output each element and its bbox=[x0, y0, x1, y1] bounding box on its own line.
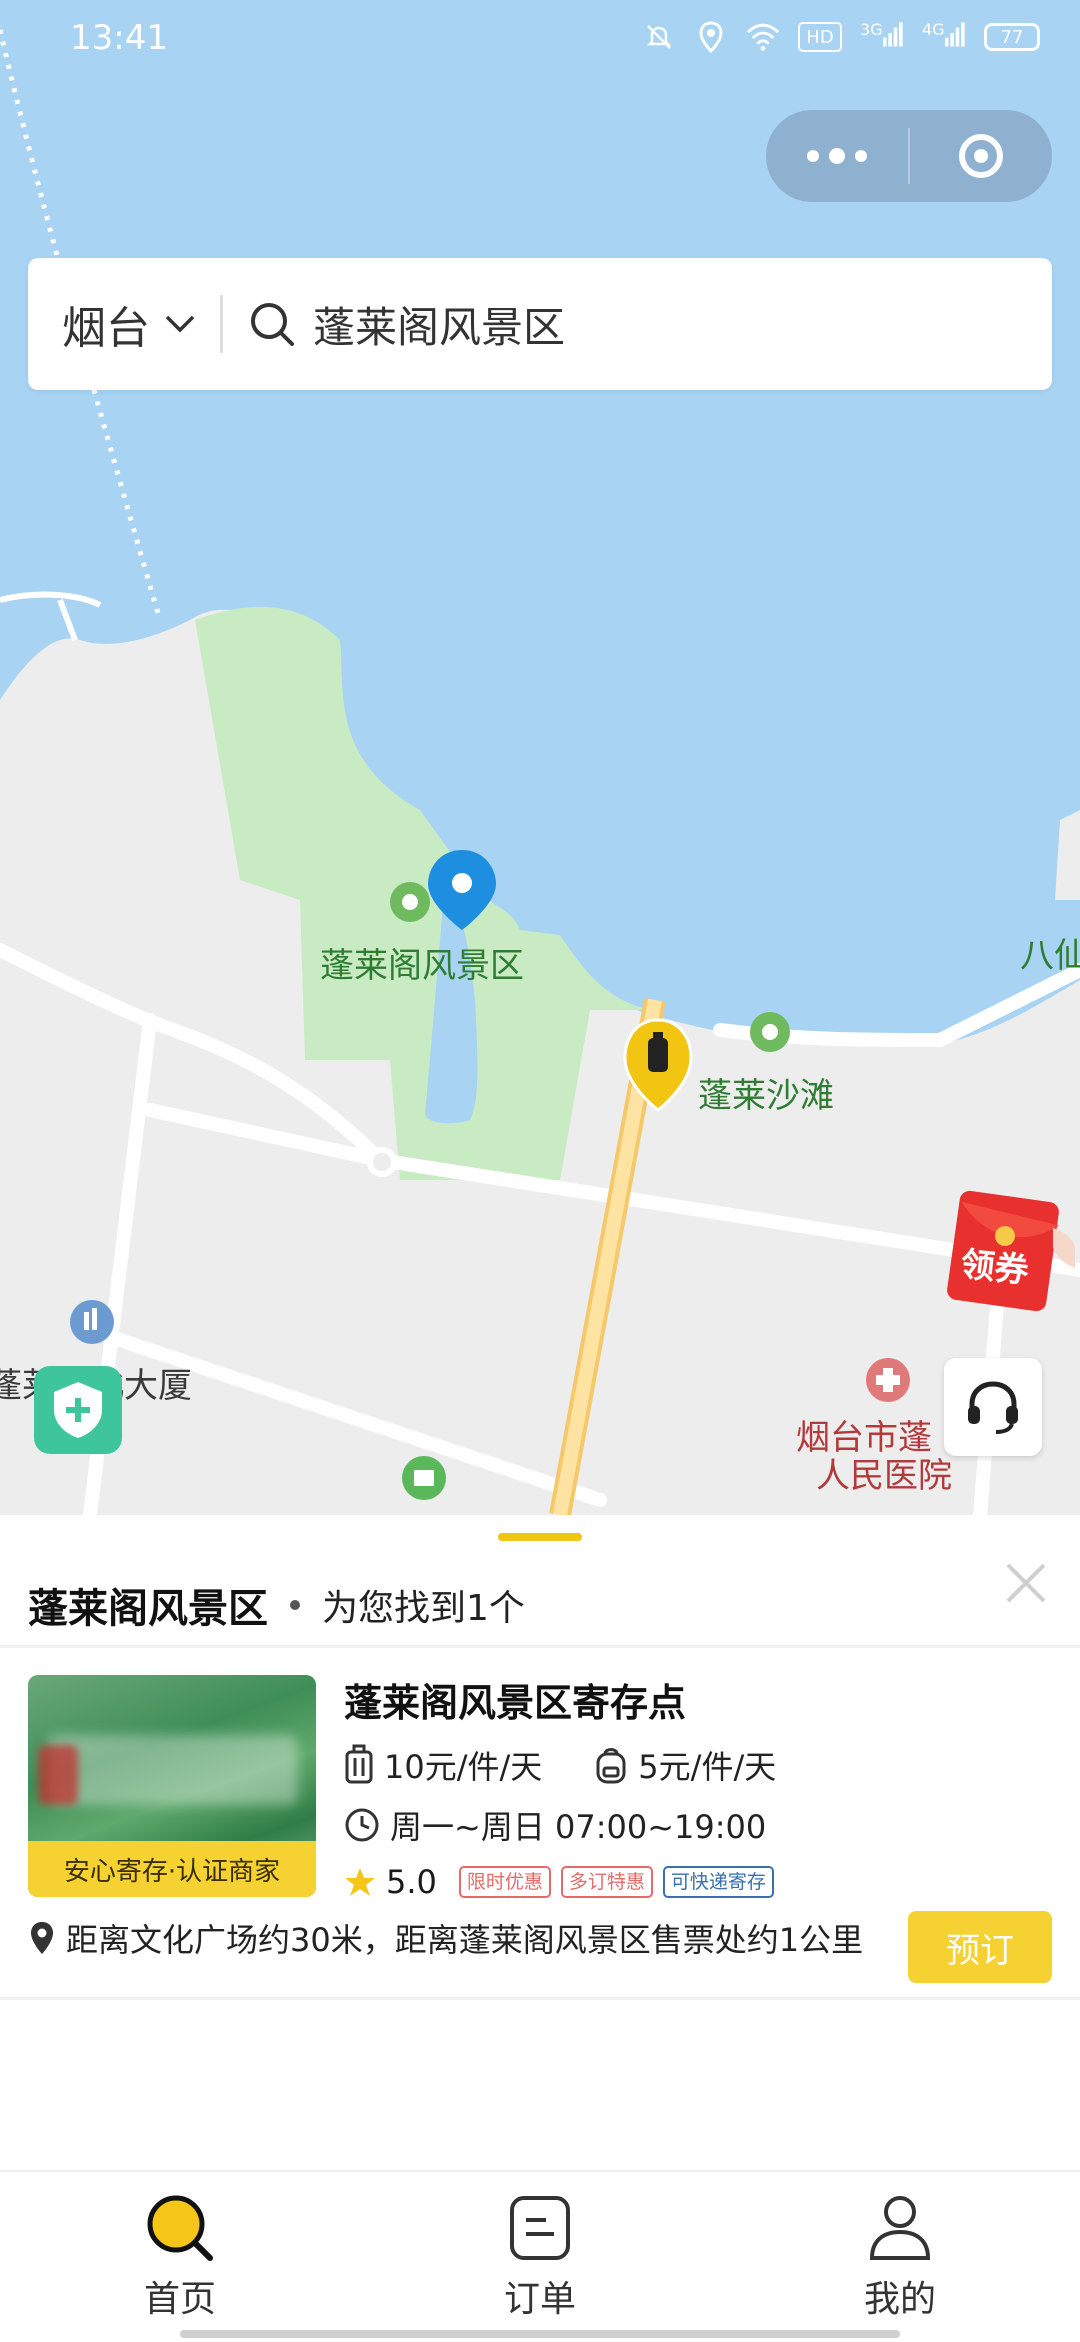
tab-home[interactable]: 首页 bbox=[80, 2192, 280, 2322]
headset-icon bbox=[968, 1381, 1018, 1434]
results-count: 为您找到1个 bbox=[322, 1588, 525, 1629]
tab-home-label: 首页 bbox=[143, 2279, 216, 2320]
map-label-beach[interactable]: 蓬莱沙滩 bbox=[698, 1068, 834, 1117]
hd-icon: HD bbox=[798, 22, 842, 52]
clock-icon bbox=[345, 1808, 379, 1842]
more-dot-icon bbox=[807, 150, 819, 162]
storage-point-name: 蓬莱阁风景区寄存点 bbox=[344, 1681, 687, 1725]
opening-hours: 周一~周日 07:00~19:00 bbox=[390, 1808, 767, 1846]
tab-bar: 首页 订单 我的 bbox=[0, 2170, 1080, 2342]
close-icon[interactable] bbox=[1002, 1559, 1050, 1607]
map-canvas bbox=[0, 0, 1080, 1515]
mute-bell-icon bbox=[642, 20, 676, 54]
bag-price: 5元/件/天 bbox=[638, 1748, 777, 1786]
status-time: 13:41 bbox=[70, 18, 168, 58]
user-icon bbox=[869, 2196, 931, 2260]
divider bbox=[0, 1645, 1080, 1648]
shield-plus-icon bbox=[54, 1382, 102, 1438]
safety-shield-button[interactable] bbox=[34, 1366, 122, 1454]
tag-limited-offer: 限时优惠 bbox=[458, 1866, 551, 1898]
coupon-label: 领券 bbox=[958, 1244, 1031, 1292]
results-sheet: 蓬莱阁风景区 为您找到1个 安心寄存·认证商家 蓬莱阁风景区寄存点 10元/件/… bbox=[0, 1515, 1080, 2170]
tab-orders-label: 订单 bbox=[503, 2279, 576, 2320]
location-marker-icon bbox=[31, 1922, 53, 1954]
search-divider bbox=[220, 295, 223, 353]
home-indicator bbox=[180, 2330, 900, 2338]
battery-icon: 77 bbox=[984, 23, 1040, 51]
net1-label: 3G bbox=[860, 20, 883, 39]
orders-icon bbox=[510, 2196, 570, 2260]
more-dot-icon bbox=[855, 150, 867, 162]
more-dot-icon bbox=[829, 148, 845, 164]
signal-4g-icon: 4G bbox=[922, 20, 966, 54]
rating-value: 5.0 bbox=[386, 1863, 437, 1901]
signal-3g-icon: 3G bbox=[860, 20, 904, 54]
search-bar: 烟台 蓬莱阁风景区 bbox=[28, 258, 1052, 390]
tag-multi-order-discount: 多订特惠 bbox=[560, 1866, 653, 1898]
results-title: 蓬莱阁风景区 bbox=[28, 1586, 268, 1632]
more-menu-button[interactable] bbox=[766, 110, 908, 202]
map-label-hospital-1[interactable]: 烟台市蓬 bbox=[796, 1418, 932, 1458]
map-label-baxian[interactable]: 八仙 bbox=[1020, 928, 1080, 977]
search-icon bbox=[251, 303, 294, 346]
location-icon bbox=[694, 20, 728, 54]
tab-me-label: 我的 bbox=[863, 2279, 936, 2320]
wifi-icon bbox=[746, 20, 780, 54]
coupon-button[interactable]: 领券 bbox=[945, 1188, 1075, 1313]
tab-orders[interactable]: 订单 bbox=[440, 2192, 640, 2322]
certified-badge: 安心寄存·认证商家 bbox=[28, 1841, 316, 1897]
map-label-hospital-2[interactable]: 人民医院 bbox=[816, 1456, 952, 1496]
miniprogram-capsule bbox=[766, 110, 1052, 202]
luggage-price: 10元/件/天 bbox=[384, 1748, 543, 1786]
divider bbox=[0, 1997, 1080, 2000]
tab-me[interactable]: 我的 bbox=[800, 2192, 1000, 2322]
map-view[interactable]: 蓬莱阁风景区 蓬莱沙滩 八仙 蓬莱大北大厦 烟台市蓬 人民医院 bbox=[0, 0, 1080, 1515]
search-home-icon bbox=[147, 2195, 213, 2261]
sheet-drag-handle[interactable] bbox=[498, 1533, 582, 1541]
close-miniprogram-button[interactable] bbox=[910, 134, 1052, 178]
status-bar: 13:41 HD 3G 4G 77 bbox=[0, 0, 1080, 80]
luggage-icon bbox=[345, 1744, 373, 1784]
city-label: 烟台 bbox=[62, 303, 150, 354]
map-label-scenic[interactable]: 蓬莱阁风景区 bbox=[320, 938, 524, 987]
storage-photo: 安心寄存·认证商家 bbox=[28, 1675, 316, 1897]
customer-service-button[interactable] bbox=[944, 1358, 1042, 1456]
city-selector[interactable]: 烟台 bbox=[62, 292, 196, 356]
target-icon bbox=[959, 134, 1003, 178]
title-separator-dot bbox=[290, 1600, 300, 1610]
star-icon bbox=[345, 1868, 375, 1896]
backpack-icon bbox=[596, 1748, 626, 1784]
chevron-down-icon bbox=[165, 315, 195, 333]
book-button[interactable]: 预订 bbox=[908, 1911, 1052, 1983]
tag-express-storage: 可快递寄存 bbox=[662, 1866, 774, 1898]
net2-label: 4G bbox=[922, 20, 945, 39]
address-text: 距离文化广场约30米，距离蓬莱阁风景区售票处约1公里 bbox=[66, 1921, 864, 1959]
search-input[interactable]: 蓬莱阁风景区 bbox=[313, 294, 565, 355]
